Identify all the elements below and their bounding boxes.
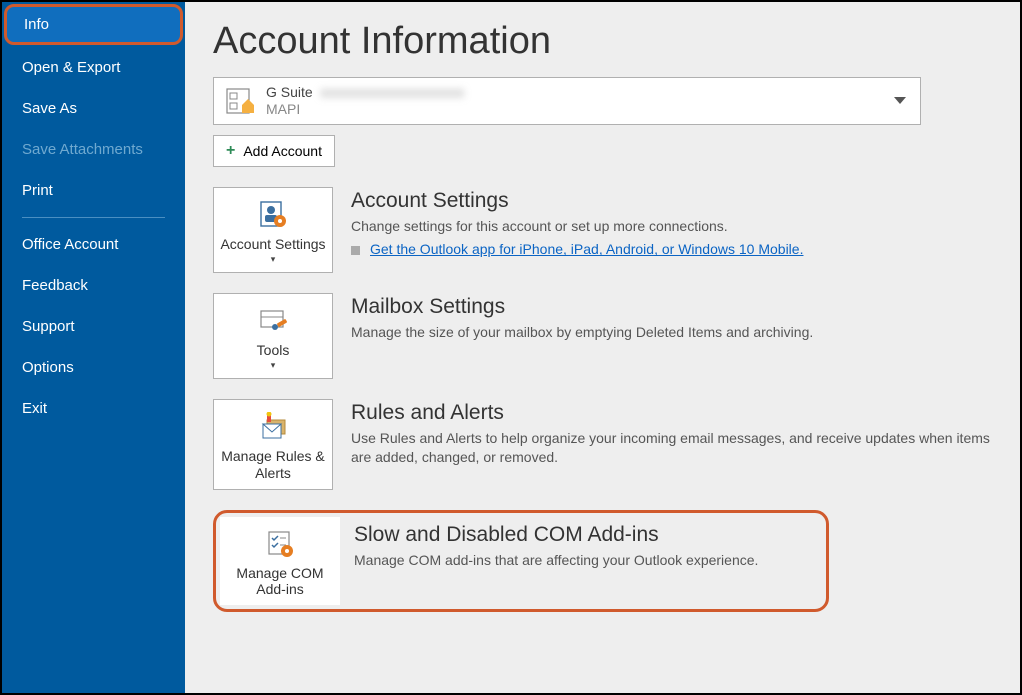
account-settings-btn-label: Account Settings▾ xyxy=(220,236,326,264)
section-mailbox-settings: Tools▾ Mailbox Settings Manage the size … xyxy=(213,293,990,379)
section-title: Account Settings xyxy=(351,189,990,213)
section-title: Slow and Disabled COM Add-ins xyxy=(354,523,822,547)
com-addins-icon xyxy=(226,527,334,561)
chevron-down-icon: ▾ xyxy=(220,360,326,370)
manage-com-addins-button[interactable]: Manage COM Add-ins xyxy=(220,517,340,605)
sidebar-item-feedback[interactable]: Feedback xyxy=(2,265,185,306)
sidebar-item-label: Exit xyxy=(22,400,47,417)
get-outlook-app-link[interactable]: Get the Outlook app for iPhone, iPad, An… xyxy=(370,241,803,257)
addins-highlight: Manage COM Add-ins Slow and Disabled COM… xyxy=(213,510,829,612)
sidebar-item-label: Save As xyxy=(22,100,77,117)
section-desc: Manage COM add-ins that are affecting yo… xyxy=(354,551,822,570)
sidebar-item-open-export[interactable]: Open & Export xyxy=(2,47,185,88)
add-account-label: Add Account xyxy=(243,143,322,159)
sidebar-item-label: Feedback xyxy=(22,277,88,294)
section-title: Rules and Alerts xyxy=(351,401,990,425)
sidebar-item-label: Save Attachments xyxy=(22,141,143,158)
sidebar-item-support[interactable]: Support xyxy=(2,306,185,347)
account-email-blurred: xxxxxxxxxxxxxxxxxx xyxy=(321,84,465,101)
account-name-prefix: G Suite xyxy=(266,84,313,101)
page-title: Account Information xyxy=(213,20,990,63)
chevron-down-icon xyxy=(894,97,906,105)
sidebar: Info Open & Export Save As Save Attachme… xyxy=(2,2,185,693)
manage-rules-btn-label: Manage Rules & Alerts xyxy=(220,448,326,480)
bullet-icon xyxy=(351,246,360,255)
account-settings-button[interactable]: Account Settings▾ xyxy=(213,187,333,273)
sidebar-item-label: Open & Export xyxy=(22,59,120,76)
section-title: Mailbox Settings xyxy=(351,295,990,319)
mailbox-icon xyxy=(224,85,256,117)
plus-icon: + xyxy=(226,142,235,160)
section-desc: Use Rules and Alerts to help organize yo… xyxy=(351,429,990,467)
section-desc: Change settings for this account or set … xyxy=(351,217,990,236)
section-account-settings: Account Settings▾ Account Settings Chang… xyxy=(213,187,990,273)
sidebar-item-info[interactable]: Info xyxy=(4,4,183,45)
account-protocol: MAPI xyxy=(266,101,465,118)
tools-button[interactable]: Tools▾ xyxy=(213,293,333,379)
rules-alerts-icon xyxy=(220,410,326,444)
account-dropdown[interactable]: G Suite xxxxxxxxxxxxxxxxxx MAPI xyxy=(213,77,921,125)
add-account-button[interactable]: + Add Account xyxy=(213,135,335,167)
tools-icon xyxy=(220,304,326,338)
main-content: Account Information G Suite xxxxxxxxxxxx… xyxy=(185,2,1020,693)
sidebar-item-office-account[interactable]: Office Account xyxy=(2,224,185,265)
section-desc: Manage the size of your mailbox by empty… xyxy=(351,323,990,342)
account-settings-icon xyxy=(220,198,326,232)
sidebar-item-label: Support xyxy=(22,318,75,335)
manage-com-addins-btn-label: Manage COM Add-ins xyxy=(226,565,334,597)
sidebar-item-options[interactable]: Options xyxy=(2,347,185,388)
sidebar-item-print[interactable]: Print xyxy=(2,170,185,211)
tools-btn-label: Tools▾ xyxy=(220,342,326,370)
sidebar-item-exit[interactable]: Exit xyxy=(2,388,185,429)
sidebar-item-label: Print xyxy=(22,182,53,199)
sidebar-item-save-as[interactable]: Save As xyxy=(2,88,185,129)
sidebar-item-save-attachments: Save Attachments xyxy=(2,129,185,170)
sidebar-item-label: Options xyxy=(22,359,74,376)
sidebar-item-label: Info xyxy=(24,16,49,33)
account-text: G Suite xxxxxxxxxxxxxxxxxx MAPI xyxy=(266,84,465,118)
sidebar-divider xyxy=(22,217,165,218)
manage-rules-button[interactable]: Manage Rules & Alerts xyxy=(213,399,333,489)
sidebar-item-label: Office Account xyxy=(22,236,118,253)
chevron-down-icon: ▾ xyxy=(220,254,326,264)
section-rules-alerts: Manage Rules & Alerts Rules and Alerts U… xyxy=(213,399,990,489)
